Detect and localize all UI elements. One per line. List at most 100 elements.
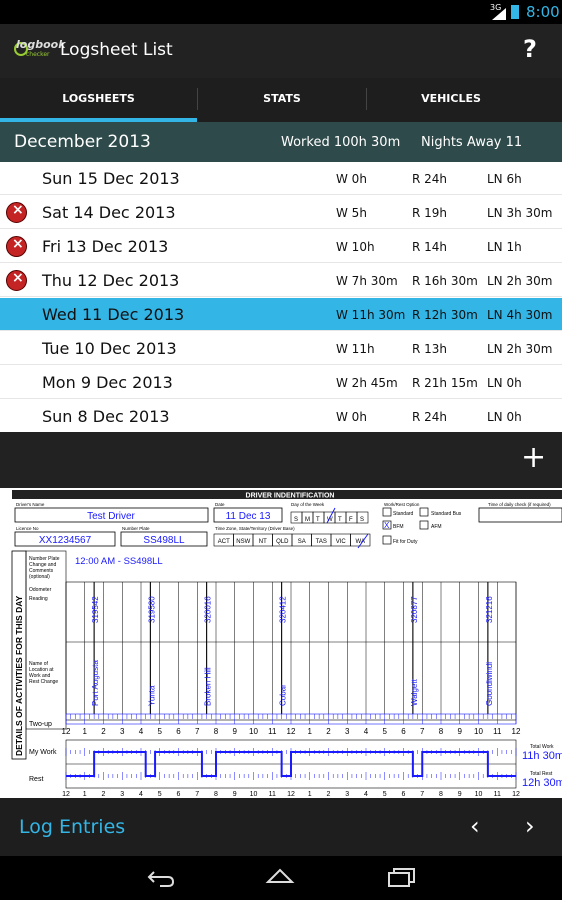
- location-value: Goondiwindi: [485, 662, 494, 706]
- hour-label: 1: [308, 727, 313, 736]
- logsheet-row[interactable]: Mon 9 Dec 2013 W 2h 45m R 21h 15m LN 0h: [0, 366, 562, 399]
- hour-label: 6: [401, 727, 406, 736]
- month-title: December 2013: [14, 132, 151, 152]
- hour-label: 1: [308, 791, 312, 798]
- previous-arrow-icon[interactable]: ‹: [470, 812, 480, 840]
- location-names: Port Augusta Yunta Broken Hill Cobar Walgett…: [91, 660, 494, 706]
- state-label: QLD: [276, 539, 289, 545]
- log-entries-title[interactable]: Log Entries: [19, 816, 125, 838]
- hour-label: 12: [62, 791, 70, 798]
- hour-label: 11: [268, 727, 277, 736]
- licence-value: XX1234567: [39, 535, 92, 546]
- row-rest: R 14h: [412, 240, 448, 254]
- logsheet-row[interactable]: Sun 8 Dec 2013 W 0h R 24h LN 0h: [0, 400, 562, 432]
- option-standard-bus: Standard Bus: [431, 511, 462, 517]
- row-work: W 7h 30m: [336, 274, 398, 288]
- row-date: Sat 14 Dec 2013: [42, 203, 176, 222]
- hour-label: 9: [233, 727, 238, 736]
- logo-text: logbook: [16, 38, 66, 51]
- odometer-value: 319580: [147, 596, 156, 623]
- dow-letter: S: [294, 517, 298, 523]
- nights-away-total: Nights Away 11: [421, 135, 523, 150]
- bfm-check-mark: X: [384, 521, 390, 530]
- hour-label: 10: [474, 727, 483, 736]
- home-icon[interactable]: [265, 866, 295, 888]
- odometer-value: 319542: [91, 596, 100, 623]
- hour-label: 12: [512, 727, 521, 736]
- location-value: Walgett: [410, 678, 419, 706]
- row-rest: R 19h: [412, 206, 448, 220]
- hour-label: 4: [364, 727, 369, 736]
- logsheet-row[interactable]: Thu 12 Dec 2013 W 7h 30m R 16h 30m LN 2h…: [0, 264, 562, 297]
- row-rest: R 12h 30m: [412, 308, 478, 322]
- odometer-readings: 319542 319580 320016 320412 320877 321216: [91, 596, 494, 623]
- status-bar: 3G 8:00: [0, 0, 562, 24]
- hour-label: 2: [101, 727, 106, 736]
- row-work: W 0h: [336, 172, 367, 186]
- location-label: Name of Location at Work and Rest Change: [29, 661, 58, 685]
- recent-apps-icon[interactable]: [386, 866, 416, 888]
- drivers-name-label: Driver's Name: [16, 502, 45, 507]
- logsheet-row[interactable]: Tue 10 Dec 2013 W 11h R 13h LN 2h 30m: [0, 332, 562, 365]
- signal-icon: [492, 8, 506, 20]
- location-value: Cobar: [279, 684, 288, 706]
- hour-label: 11: [494, 791, 501, 798]
- row-date: Fri 13 Dec 2013: [42, 237, 169, 256]
- add-bar: +: [0, 432, 562, 488]
- state-label: TAS: [316, 539, 327, 545]
- hour-label: 5: [158, 791, 162, 798]
- tab-vehicles[interactable]: VEHICLES: [367, 78, 535, 122]
- worked-total: Worked 100h 30m: [281, 135, 401, 150]
- row-date: Thu 12 Dec 2013: [42, 271, 180, 290]
- total-work-value: 11h 30m: [522, 750, 562, 762]
- hour-label: 4: [139, 727, 144, 736]
- help-button[interactable]: ?: [523, 35, 537, 63]
- logsheet-preview[interactable]: DRIVER INDENTIFICATION Driver's Name Tes…: [0, 488, 562, 798]
- action-bar: logbook checker Logsheet List ?: [0, 24, 562, 78]
- logsheet-row[interactable]: Fri 13 Dec 2013 W 10h R 14h LN 1h: [0, 230, 562, 263]
- tab-stats[interactable]: STATS: [198, 78, 366, 122]
- odometer-value: 321216: [485, 596, 494, 623]
- row-work: W 11h: [336, 342, 375, 356]
- plate-change-label: Number Plate Change and Comments (optional): [29, 556, 60, 580]
- logsheet-row[interactable]: Sat 14 Dec 2013 W 5h R 19h LN 3h 30m: [0, 196, 562, 229]
- add-logsheet-button[interactable]: +: [521, 443, 546, 473]
- row-date: Sun 15 Dec 2013: [42, 169, 180, 188]
- tab-bar: LOGSHEETS STATS VEHICLES: [0, 78, 562, 122]
- logsheet-row-selected[interactable]: Wed 11 Dec 2013 W 11h 30m R 12h 30m LN 4…: [0, 298, 562, 331]
- licence-label: Licence No: [16, 526, 39, 531]
- next-arrow-icon[interactable]: ›: [525, 812, 535, 840]
- hour-label: 7: [420, 727, 425, 736]
- state-label: SA: [298, 539, 306, 545]
- hour-label: 9: [458, 791, 462, 798]
- logsheet-row[interactable]: Sun 15 Dec 2013 W 0h R 24h LN 6h: [0, 162, 562, 195]
- logsheet-form: DRIVER INDENTIFICATION Driver's Name Tes…: [11, 490, 562, 798]
- hour-labels-bottom: 12 1 2 3 4 5 6 7 8 9 10 11 12 1 2 3 4 5 6 7 8 9 10 11 12: [62, 791, 520, 798]
- row-ln: LN 0h: [487, 376, 522, 390]
- state-label: ACT: [218, 539, 230, 545]
- date-label: Date: [215, 502, 225, 507]
- hour-label: 3: [120, 791, 124, 798]
- form-section-title: DRIVER INDENTIFICATION: [246, 493, 335, 500]
- hour-label: 11: [493, 727, 502, 736]
- hour-label: 6: [177, 791, 181, 798]
- back-icon[interactable]: [146, 866, 176, 888]
- hour-label: 4: [139, 791, 143, 798]
- row-ln: LN 2h 30m: [487, 342, 553, 356]
- row-date: Tue 10 Dec 2013: [42, 339, 177, 358]
- odometer-value: 320412: [279, 596, 288, 623]
- dow-letter: S: [360, 517, 364, 523]
- time-grid: [65, 582, 517, 714]
- hour-label: 6: [176, 727, 181, 736]
- row-ln: LN 0h: [487, 410, 522, 424]
- hour-label: 9: [458, 727, 463, 736]
- app-logo[interactable]: logbook checker: [14, 38, 66, 64]
- rest-label: Rest: [29, 776, 43, 783]
- my-work-label: My Work: [29, 749, 57, 756]
- row-work: W 2h 45m: [336, 376, 398, 390]
- dow-label: Day of the Week: [291, 502, 325, 507]
- tab-logsheets[interactable]: LOGSHEETS: [0, 78, 197, 122]
- row-work: W 10h: [336, 240, 375, 254]
- hour-label: 7: [195, 727, 200, 736]
- fit-for-duty-label: Fit for Duty: [393, 539, 418, 545]
